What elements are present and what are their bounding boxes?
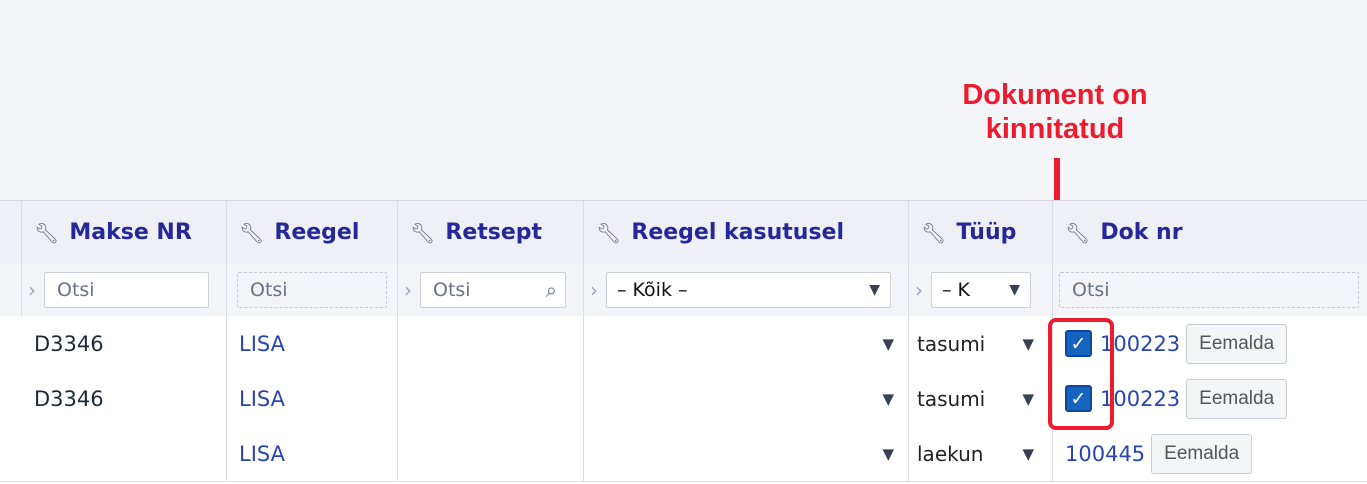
cell-reegel-kasutusel-dropdown[interactable]: ▼ [584, 371, 909, 426]
column-header-label: Reegel kasutusel [631, 220, 845, 245]
remove-button[interactable]: Eemalda [1151, 433, 1253, 474]
triangle-down-icon: ▼ [882, 334, 894, 353]
cell-reegel-link[interactable]: LISA [227, 316, 398, 371]
triangle-down-icon: ▼ [869, 282, 880, 298]
column-header-reegel-kasutusel[interactable]: 🔧︎ Reegel kasutusel [584, 201, 909, 264]
grid-filter-row: › Otsi Otsi › Otsi ⌕ › – Kõik – ▼ › – K … [0, 264, 1367, 317]
wrench-icon[interactable]: 🔧︎ [596, 221, 621, 245]
grid-header-row: 🔧︎ Makse NR 🔧︎ Reegel 🔧︎ Retsept 🔧︎ Reeg… [0, 201, 1367, 265]
triangle-down-icon: ▼ [1022, 334, 1034, 353]
search-input-reegel[interactable]: Otsi [237, 272, 387, 308]
chevron-right-icon[interactable]: › [404, 278, 412, 302]
cell-reegel-kasutusel-dropdown[interactable]: ▼ [584, 316, 909, 371]
cell-retsept [398, 316, 584, 371]
cell-makse-nr: D3346 [22, 371, 227, 426]
column-header-tuup[interactable]: 🔧︎ Tüüp [909, 201, 1053, 264]
filter-cell-reegel: Otsi [227, 264, 398, 316]
table-row: D3346 LISA ▼ tasumi ▼ ✓ 100223 Eemalda [0, 316, 1367, 372]
wrench-icon[interactable]: 🔧︎ [34, 221, 59, 245]
data-grid: 🔧︎ Makse NR 🔧︎ Reegel 🔧︎ Retsept 🔧︎ Reeg… [0, 200, 1367, 484]
select-reegel-kasutusel[interactable]: – Kõik – ▼ [606, 272, 891, 308]
wrench-icon[interactable]: 🔧︎ [921, 221, 946, 245]
cell-tuup-dropdown[interactable]: tasumi ▼ [909, 371, 1053, 426]
filter-cell-tuup: › – K ▼ [909, 264, 1053, 316]
filter-cell-dok-nr: Otsi [1053, 264, 1367, 316]
triangle-down-icon: ▼ [1022, 389, 1034, 408]
triangle-down-icon: ▼ [882, 389, 894, 408]
annotation-callout: Dokument on kinnitatud [935, 78, 1175, 146]
row-stub [0, 426, 22, 481]
triangle-down-icon: ▼ [882, 444, 894, 463]
cell-reegel-link[interactable]: LISA [227, 426, 398, 481]
tuup-value: tasumi [917, 331, 986, 356]
annotation-line-2: kinnitatud [985, 113, 1125, 145]
column-header-label: Reegel [274, 220, 360, 245]
column-header-makse-nr[interactable]: 🔧︎ Makse NR [22, 201, 227, 264]
filter-cell-reegel-kasutusel: › – Kõik – ▼ [584, 264, 909, 316]
annotation-line-1: Dokument on [962, 79, 1148, 111]
tuup-value: tasumi [917, 386, 986, 411]
search-input-makse-nr[interactable]: Otsi [44, 272, 209, 308]
column-header-dok-nr[interactable]: 🔧︎ Dok nr [1053, 201, 1367, 264]
cell-retsept [398, 371, 584, 426]
table-row: D3346 LISA ▼ tasumi ▼ ✓ 100223 Eemalda [0, 371, 1367, 427]
cell-makse-nr [22, 426, 227, 481]
filter-cell-retsept: › Otsi ⌕ [398, 264, 584, 316]
search-icon[interactable]: ⌕ [546, 278, 557, 302]
column-header-reegel[interactable]: 🔧︎ Reegel [227, 201, 398, 264]
search-input-retsept[interactable]: Otsi ⌕ [420, 272, 566, 308]
highlight-box [1048, 318, 1114, 430]
column-header-label: Retsept [445, 220, 543, 245]
remove-button[interactable]: Eemalda [1186, 378, 1288, 419]
wrench-icon[interactable]: 🔧︎ [1065, 221, 1090, 245]
cell-dok-nr: 100445 Eemalda [1053, 426, 1367, 481]
cell-makse-nr: D3346 [22, 316, 227, 371]
cell-tuup-dropdown[interactable]: tasumi ▼ [909, 316, 1053, 371]
row-stub [0, 371, 22, 426]
cell-reegel-link[interactable]: LISA [227, 371, 398, 426]
column-header-label: Tüüp [956, 220, 1017, 245]
triangle-down-icon: ▼ [1022, 444, 1034, 463]
column-header-label: Dok nr [1100, 220, 1183, 245]
cell-reegel-kasutusel-dropdown[interactable]: ▼ [584, 426, 909, 481]
wrench-icon[interactable]: 🔧︎ [410, 221, 435, 245]
chevron-right-icon[interactable]: › [590, 278, 598, 302]
chevron-right-icon[interactable]: › [28, 278, 36, 302]
column-header-label: Makse NR [69, 220, 192, 245]
filter-cell-makse-nr: › Otsi [22, 264, 227, 316]
remove-button[interactable]: Eemalda [1186, 323, 1288, 364]
wrench-icon[interactable]: 🔧︎ [239, 221, 264, 245]
filter-cell-stub [0, 264, 22, 316]
tuup-value: laekun [917, 441, 984, 466]
header-cell-stub [0, 201, 22, 264]
chevron-right-icon[interactable]: › [915, 278, 923, 302]
cell-tuup-dropdown[interactable]: laekun ▼ [909, 426, 1053, 481]
cell-retsept [398, 426, 584, 481]
search-input-dok-nr[interactable]: Otsi [1059, 272, 1359, 308]
table-row: LISA ▼ laekun ▼ 100445 Eemalda [0, 426, 1367, 482]
select-tuup[interactable]: – K ▼ [931, 272, 1031, 308]
dok-nr-link[interactable]: 100445 [1065, 442, 1145, 466]
column-header-retsept[interactable]: 🔧︎ Retsept [398, 201, 584, 264]
row-stub [0, 316, 22, 371]
triangle-down-icon: ▼ [1009, 282, 1020, 298]
